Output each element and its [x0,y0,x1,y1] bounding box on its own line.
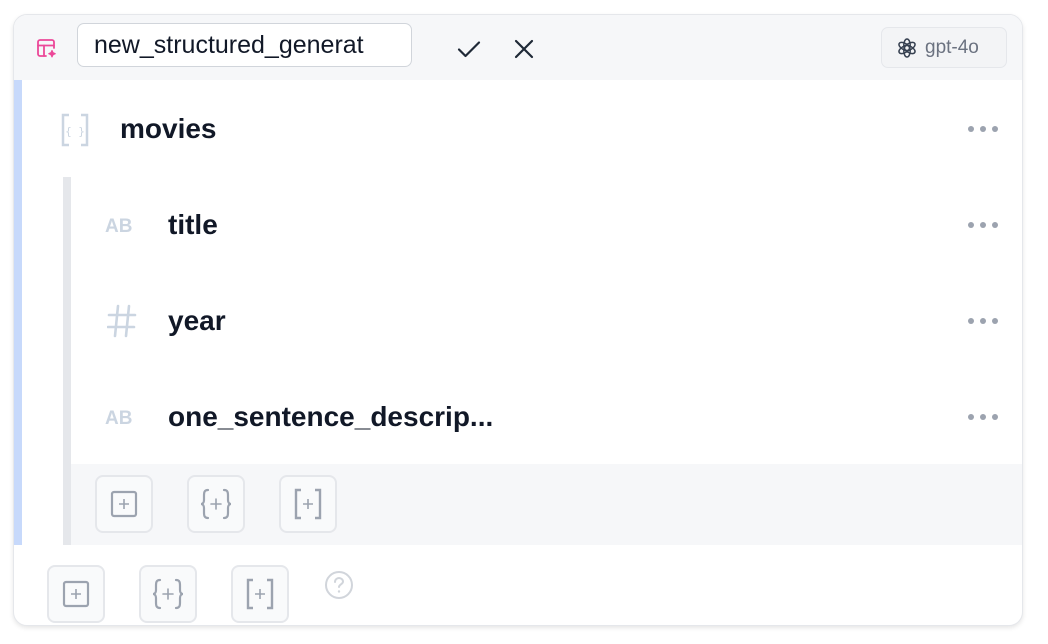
add-field-button[interactable] [95,475,153,533]
more-options-icon[interactable] [968,218,998,232]
schema-row-movies[interactable]: { } movies [14,109,1022,149]
model-label: gpt-4o [925,36,979,58]
field-name: title [168,209,218,240]
check-icon [457,41,481,58]
schema-row-one-sentence-description[interactable]: AB one_sentence_descrip... [14,397,1022,437]
close-icon [514,39,534,59]
field-name: movies [120,113,217,144]
nested-add-actions [71,464,1022,545]
schema-tree: { } movies AB title year AB one_sentence… [14,80,1022,625]
svg-text:{ }: { } [65,125,85,138]
schema-row-title[interactable]: AB title [14,205,1022,245]
svg-text:AB: AB [105,408,132,427]
field-name: one_sentence_descrip... [168,401,494,432]
add-root-array-button[interactable] [231,565,289,623]
svg-text:AB: AB [105,216,132,235]
model-selector[interactable]: gpt-4o [881,27,1007,68]
add-field-icon [110,490,138,518]
add-root-field-button[interactable] [47,565,105,623]
add-object-icon [200,488,232,520]
text-ab-icon: AB [105,216,132,235]
confirm-button[interactable] [451,31,487,67]
add-root-object-button[interactable] [139,565,197,623]
editor-header: gpt-4o [14,15,1022,80]
add-object-button[interactable] [187,475,245,533]
more-options-icon[interactable] [968,314,998,328]
schema-name-input[interactable] [77,23,412,67]
table-sparkle-icon [34,36,58,60]
add-array-icon [246,578,274,610]
help-icon [325,571,353,599]
hash-icon [107,304,137,338]
schema-editor-card: gpt-4o { } movies AB title [13,14,1023,626]
add-object-icon [152,578,184,610]
help-button[interactable] [324,570,354,600]
schema-row-year[interactable]: year [14,301,1022,341]
openai-logo-icon [898,37,916,58]
field-name: year [168,305,226,336]
more-options-icon[interactable] [968,122,998,136]
more-options-icon[interactable] [968,410,998,424]
text-ab-icon: AB [105,408,132,427]
array-brackets-icon: { } [61,113,89,147]
add-field-icon [62,580,90,608]
add-array-button[interactable] [279,475,337,533]
cancel-button[interactable] [506,31,542,67]
add-array-icon [294,488,322,520]
